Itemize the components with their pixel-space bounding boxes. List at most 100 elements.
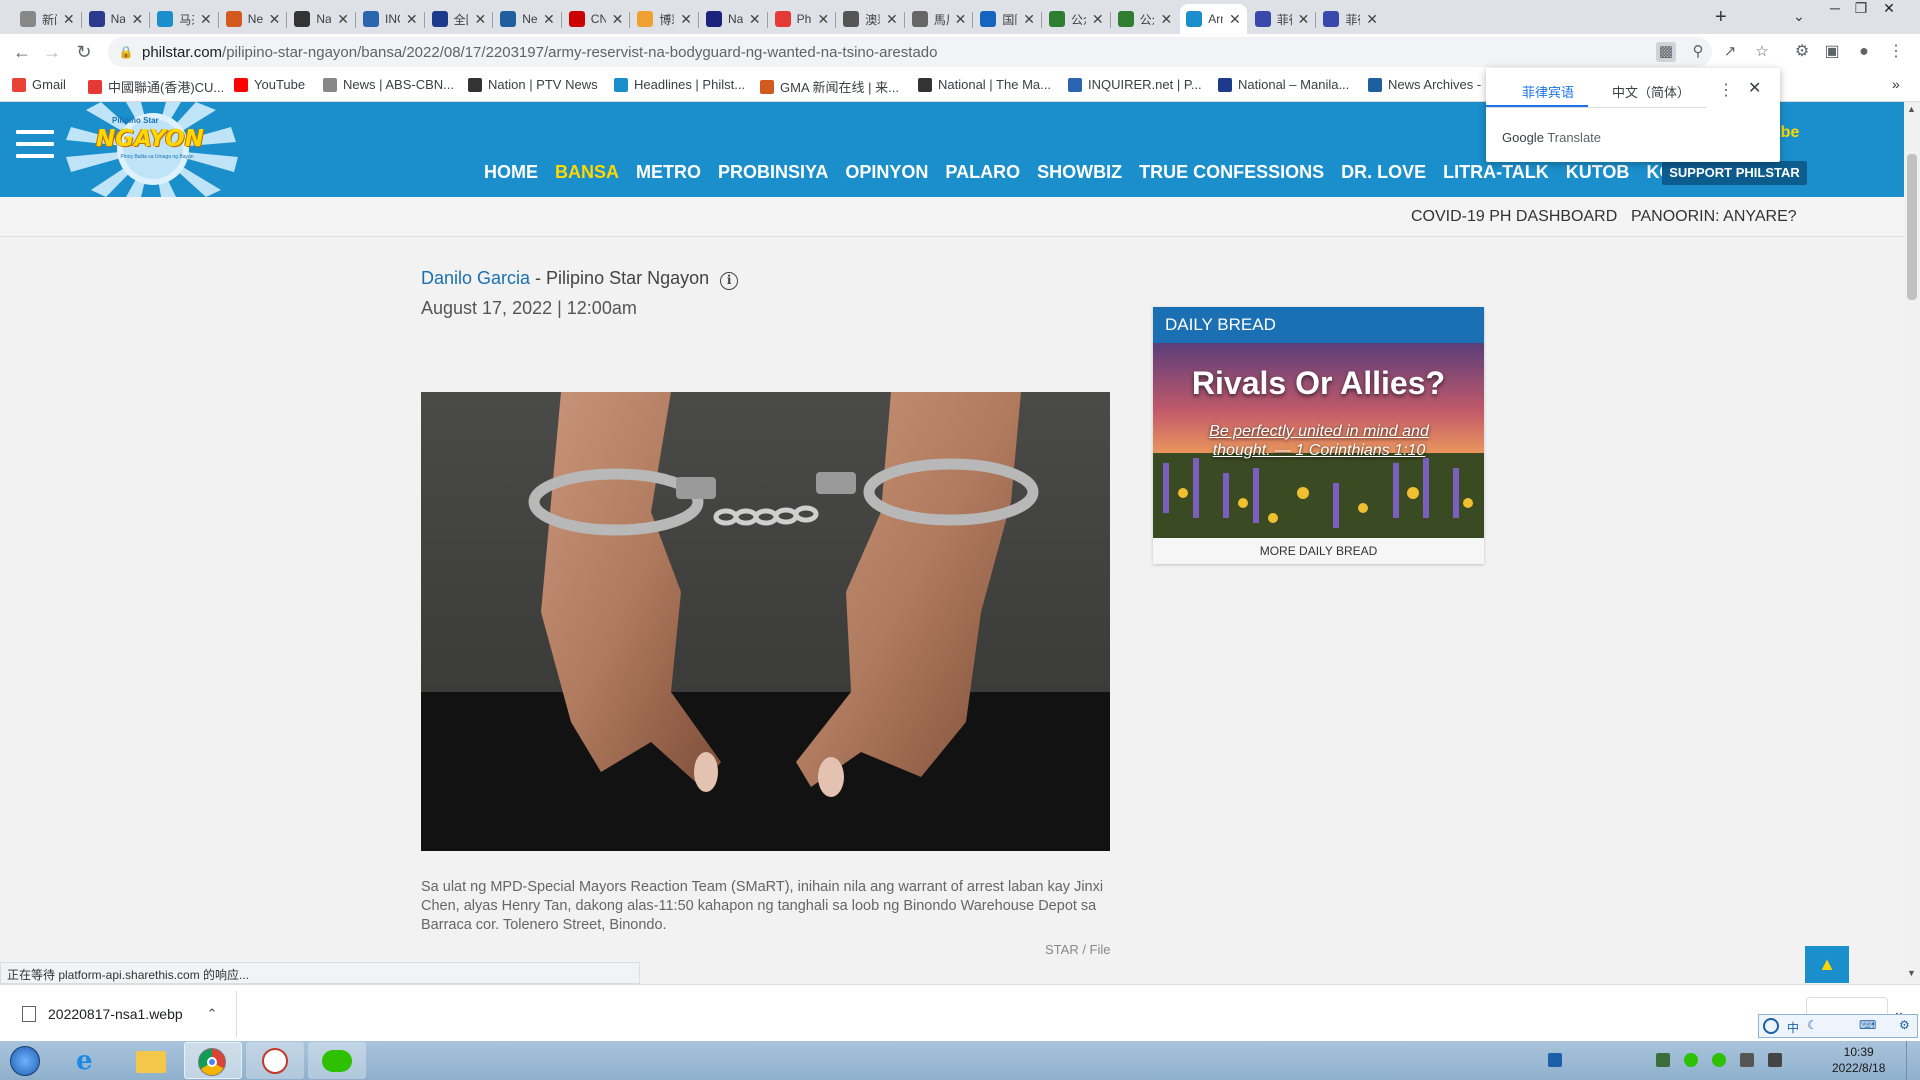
chevron-up-icon[interactable]: ⌃ [207,1006,218,1022]
hamburger-menu-icon[interactable] [16,130,54,160]
browser-tab[interactable]: Arm ✕ [1180,4,1247,34]
bookmarks-overflow-chevron-icon[interactable]: » [1892,76,1900,92]
scroll-down-arrow-icon[interactable]: ▼ [1907,968,1916,978]
minimize-button[interactable]: ─ [1822,0,1848,20]
bookmark-item[interactable]: YouTube [234,77,305,92]
nav-item[interactable]: HOME [484,162,538,183]
ime-toolbar[interactable]: 中 ☾ ⌨ ⚙ [1758,1014,1918,1038]
tab-close-icon[interactable]: ✕ [1229,11,1241,28]
new-tab-button[interactable]: + [1715,6,1727,29]
browser-tab[interactable]: 澳彩 ✕ [837,4,904,34]
nav-item[interactable]: OPINYON [845,162,928,183]
profile-avatar-icon[interactable]: ● [1852,40,1876,64]
tab-close-icon[interactable]: ✕ [1092,11,1104,28]
tab-close-icon[interactable]: ✕ [131,11,143,28]
mascot-app-icon[interactable] [246,1042,304,1079]
browser-tab[interactable]: 新闻 ✕ [14,4,81,34]
nav-item[interactable]: SHOWBIZ [1037,162,1122,183]
lock-icon[interactable]: 🔒 [116,42,136,62]
tab-close-icon[interactable]: ✕ [474,11,486,28]
browser-tab[interactable]: Phil ✕ [769,4,836,34]
bookmark-item[interactable]: Headlines | Philst... [614,77,745,92]
nav-item[interactable]: PALARO [945,162,1020,183]
internet-explorer-icon[interactable]: e [62,1042,120,1079]
scroll-up-arrow-icon[interactable]: ▲ [1907,104,1916,114]
browser-tab[interactable]: 菲律 ✕ [1249,4,1316,34]
bookmark-item[interactable]: News Archives - [1368,77,1481,92]
tab-close-icon[interactable]: ✕ [1298,11,1310,28]
tab-close-icon[interactable]: ✕ [886,11,898,28]
translate-close-icon[interactable]: ✕ [1748,78,1761,98]
bookmark-item[interactable]: National – Manila... [1218,77,1349,92]
extensions-icon[interactable]: ⚙ [1790,40,1814,64]
browser-tab[interactable]: 公众 ✕ [1112,4,1179,34]
bookmark-item[interactable]: Nation | PTV News [468,77,598,92]
nav-item[interactable]: LITRA-TALK [1443,162,1549,183]
tab-close-icon[interactable]: ✕ [680,11,692,28]
tab-close-icon[interactable]: ✕ [955,11,967,28]
menu-kebab-icon[interactable]: ⋮ [1884,40,1908,64]
tab-close-icon[interactable]: ✕ [1366,11,1378,28]
tab-close-icon[interactable]: ✕ [63,11,75,28]
scrollbar-thumb[interactable] [1907,154,1917,300]
tab-search-chevron-icon[interactable]: ⌄ [1793,8,1805,25]
tray-volume-icon[interactable] [1740,1053,1754,1067]
nav-item[interactable]: TRUE CONFESSIONS [1139,162,1324,183]
browser-tab[interactable]: Nat ✕ [83,4,150,34]
bookmark-item[interactable]: Gmail [12,77,66,92]
browser-tab[interactable]: 菲律 ✕ [1317,4,1384,34]
share-icon[interactable]: ↗ [1720,42,1740,62]
browser-tab[interactable]: Nev ✕ [220,4,287,34]
ime-settings-icon[interactable]: ⚙ [1899,1018,1910,1032]
tab-close-icon[interactable]: ✕ [337,11,349,28]
daily-bread-card[interactable]: DAILY BREAD Rivals Or Allies? Be perfect… [1153,307,1484,564]
side-panel-icon[interactable]: ▣ [1820,40,1844,64]
browser-tab[interactable]: Nat ✕ [700,4,767,34]
translate-icon[interactable]: ▩ [1656,42,1676,62]
site-logo[interactable]: Pilipino Star NGAYON Pinoy Balita sa Uma… [66,102,241,197]
wechat-icon[interactable] [308,1042,366,1079]
tab-close-icon[interactable]: ✕ [612,11,624,28]
browser-tab[interactable]: INC ✕ [357,4,424,34]
url-text[interactable]: philstar.com/pilipino-star-ngayon/bansa/… [142,44,937,61]
translate-options-kebab-icon[interactable]: ⋮ [1718,80,1734,100]
bookmark-item[interactable]: INQUIRER.net | P... [1068,77,1202,92]
browser-tab[interactable]: 馬尼 ✕ [906,4,973,34]
panoorin-anyare-link[interactable]: PANOORIN: ANYARE? [1631,208,1797,226]
support-philstar-button[interactable]: SUPPORT PHILSTAR [1662,161,1807,185]
ime-mode-label[interactable]: 中 [1787,1019,1799,1036]
tab-close-icon[interactable]: ✕ [543,11,555,28]
nav-item[interactable]: KUTOB [1566,162,1630,183]
browser-tab[interactable]: 公众 ✕ [1043,4,1110,34]
bookmark-item[interactable]: GMA 新闻在线 | 来... [760,77,899,96]
start-orb-icon[interactable] [0,1042,50,1079]
browser-tab[interactable]: 国际 ✕ [974,4,1041,34]
forward-button[interactable]: → [40,40,64,64]
daily-bread-verse[interactable]: Be perfectly united in mind and thought.… [1193,422,1445,460]
info-icon[interactable]: i [720,272,739,290]
restore-button[interactable]: ❐ [1848,0,1874,20]
zoom-icon[interactable]: ⚲ [1688,42,1708,62]
browser-tab[interactable]: 博彩 ✕ [631,4,698,34]
file-explorer-icon[interactable] [122,1042,180,1079]
nav-item[interactable]: DR. LOVE [1341,162,1426,183]
more-daily-bread-link[interactable]: MORE DAILY BREAD [1153,538,1484,564]
tab-close-icon[interactable]: ✕ [1023,11,1035,28]
tray-wechat-icon-2[interactable] [1712,1053,1726,1067]
close-window-button[interactable]: ✕ [1876,0,1902,20]
bookmark-item[interactable]: National | The Ma... [918,77,1051,92]
system-tray-icons[interactable] [1548,1053,1818,1069]
covid-dashboard-link[interactable]: COVID-19 PH DASHBOARD [1411,208,1617,226]
taskbar-clock[interactable]: 10:39 2022/8/18 [1832,1044,1885,1076]
ime-moon-icon[interactable]: ☾ [1807,1018,1818,1032]
tray-shield-icon[interactable] [1656,1053,1670,1067]
tray-network-icon[interactable] [1768,1053,1782,1067]
tray-ime-icon[interactable] [1548,1053,1562,1067]
show-desktop-button[interactable] [1906,1041,1920,1080]
page-scrollbar[interactable]: ▲ ▼ [1904,102,1920,982]
daily-bread-title[interactable]: Rivals Or Allies? [1153,365,1484,402]
tab-close-icon[interactable]: ✕ [200,11,212,28]
tab-close-icon[interactable]: ✕ [406,11,418,28]
back-to-top-button[interactable]: ▲ [1805,946,1849,983]
browser-tab[interactable]: Nev ✕ [494,4,561,34]
